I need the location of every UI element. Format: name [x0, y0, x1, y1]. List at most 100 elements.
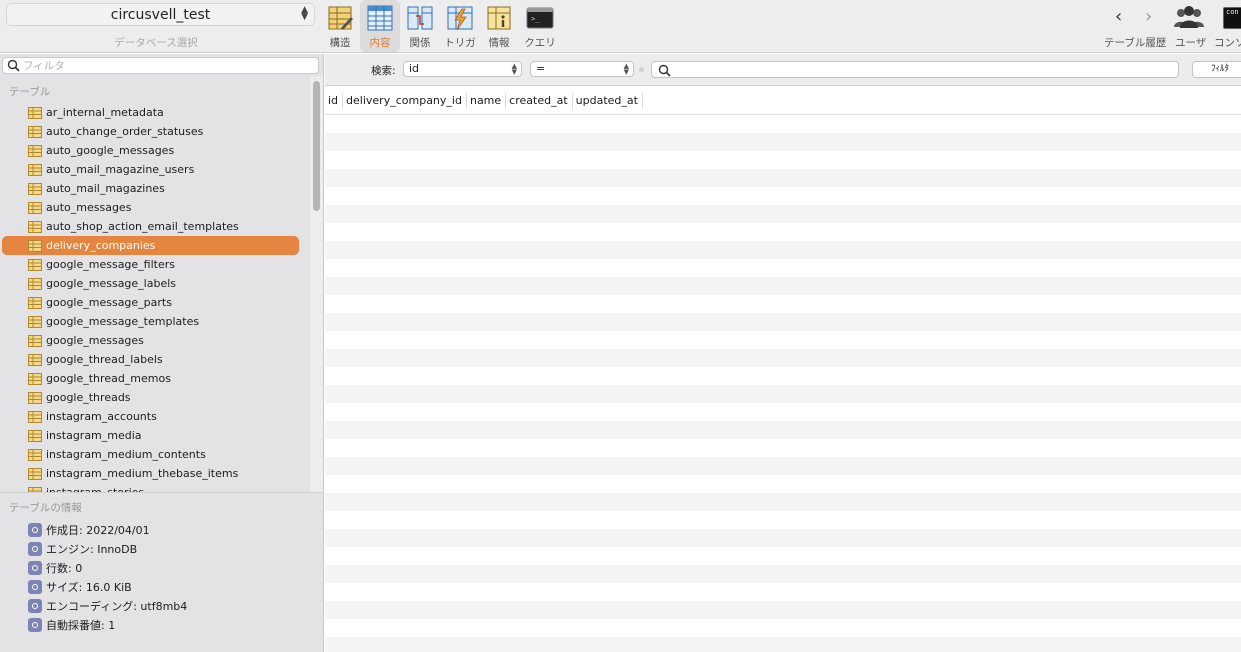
table-icon	[28, 239, 42, 252]
table-name: auto_mail_magazine_users	[46, 163, 195, 176]
forward-arrow-icon[interactable]: ›	[1145, 6, 1152, 27]
table-name: instagram_accounts	[46, 410, 157, 423]
table-info-item: サイズ: 16.0 KiB	[0, 577, 320, 596]
table-list-item[interactable]: auto_shop_action_email_templates	[0, 217, 310, 236]
grid-header: id delivery_company_id name created_at updat…	[325, 87, 1241, 115]
search-operator-select[interactable]: = ▲ ▼	[530, 61, 634, 77]
table-filter-input[interactable]	[23, 58, 313, 73]
table-filter[interactable]	[2, 57, 319, 74]
column-header[interactable]: id	[325, 92, 344, 109]
table-list-item[interactable]: auto_change_order_statuses	[0, 122, 310, 141]
table-info-text: サイズ: 16.0 KiB	[46, 580, 132, 594]
table-info-text: 作成日: 2022/04/01	[46, 523, 150, 537]
search-field-value: id	[409, 62, 420, 75]
table-list-item[interactable]: instagram_accounts	[0, 407, 310, 426]
table-info-text: エンジン: InnoDB	[46, 542, 138, 556]
table-list-item[interactable]: instagram_medium_thebase_items	[0, 464, 310, 483]
table-list-item[interactable]: delivery_companies	[2, 236, 299, 255]
table-name: auto_messages	[46, 201, 132, 214]
toolbar-triggers-label: トリガ	[444, 37, 476, 49]
table-name: instagram_media	[46, 429, 142, 442]
table-icon	[28, 372, 42, 385]
filter-button[interactable]: ﾌｨﾙﾀ	[1192, 61, 1241, 78]
info-bullet-icon	[28, 617, 42, 632]
query-icon: >_	[526, 7, 554, 29]
back-arrow-icon[interactable]: ‹	[1115, 6, 1122, 27]
table-name: instagram_medium_thebase_items	[46, 467, 239, 480]
table-list-item[interactable]: auto_mail_magazine_users	[0, 160, 310, 179]
info-bullet-icon	[28, 522, 42, 537]
console-label: コンソ	[1214, 37, 1241, 49]
table-list-item[interactable]: auto_mail_magazines	[0, 179, 310, 198]
table-icon	[28, 467, 42, 480]
table-info-item: 行数: 0	[0, 558, 320, 577]
info-bullet-icon	[28, 560, 42, 575]
chevron-updown-icon: ▲ ▼	[511, 62, 517, 76]
tables-section-title: テーブル	[9, 86, 51, 98]
toolbar-structure-label: 構造	[329, 37, 351, 49]
column-header[interactable]: name	[467, 92, 507, 109]
table-list-item[interactable]: auto_google_messages	[0, 141, 310, 160]
table-list-item[interactable]: instagram_medium_contents	[0, 445, 310, 464]
table-list-item[interactable]: google_message_filters	[0, 255, 310, 274]
table-list-item[interactable]: google_thread_labels	[0, 350, 310, 369]
users-label: ユーザ	[1175, 37, 1207, 49]
table-name: auto_google_messages	[46, 144, 175, 157]
search-operator-value: =	[536, 62, 546, 75]
column-header[interactable]: created_at	[506, 92, 573, 109]
toolbar-info-button[interactable]: 情報	[484, 0, 514, 52]
table-info-text: 自動採番値: 1	[46, 618, 116, 632]
toolbar-structure-button[interactable]: 構造	[324, 0, 356, 52]
table-info-title: テーブルの情報	[9, 502, 82, 514]
table-list-item[interactable]: google_message_labels	[0, 274, 310, 293]
search-field-select[interactable]: id ▲ ▼	[403, 61, 522, 77]
table-icon	[28, 106, 42, 119]
structure-icon	[328, 6, 353, 30]
info-bullet-icon	[28, 598, 42, 613]
table-list-scrollbar[interactable]	[313, 81, 320, 211]
relations-icon	[407, 6, 433, 30]
table-name: auto_mail_magazines	[46, 182, 165, 195]
console-button[interactable]: con コンソ	[1214, 3, 1241, 53]
table-icon	[28, 163, 42, 176]
search-bar: 検索: id ▲ ▼ = ▲ ▼ ﾌｨﾙﾀ	[325, 54, 1241, 86]
toolbar-relations-button[interactable]: 関係	[404, 0, 436, 52]
table-list-item[interactable]: google_threads	[0, 388, 310, 407]
table-icon	[28, 391, 42, 404]
table-icon	[28, 182, 42, 195]
table-list-item[interactable]: instagram_media	[0, 426, 310, 445]
table-history-label[interactable]: テーブル履歴	[1104, 35, 1166, 50]
table-name: auto_change_order_statuses	[46, 125, 204, 138]
users-icon	[1174, 6, 1204, 28]
search-icon	[7, 59, 20, 72]
table-list-item[interactable]: google_message_parts	[0, 293, 310, 312]
table-icon	[28, 201, 42, 214]
triggers-icon	[447, 6, 473, 31]
database-select-caption: データベース選択	[114, 37, 198, 49]
content-icon	[367, 5, 393, 31]
table-name: auto_shop_action_email_templates	[46, 220, 239, 233]
database-select[interactable]: circusvell_test ▲ ▼	[6, 3, 315, 26]
console-icon: con	[1223, 7, 1241, 29]
info-icon	[487, 6, 511, 30]
column-header[interactable]: delivery_company_id	[343, 92, 467, 109]
table-list-item[interactable]: google_messages	[0, 331, 310, 350]
table-info-item: エンジン: InnoDB	[0, 539, 320, 558]
table-name: ar_internal_metadata	[46, 106, 164, 119]
column-header[interactable]: updated_at	[573, 92, 643, 109]
grid-body[interactable]	[325, 115, 1241, 652]
toolbar-content-button[interactable]: 内容	[360, 0, 400, 52]
table-name: instagram_medium_contents	[46, 448, 206, 461]
search-query-field[interactable]	[651, 61, 1179, 78]
table-name: google_thread_labels	[46, 353, 163, 366]
toolbar-query-button[interactable]: >_ クエリ	[522, 0, 558, 52]
search-label: 検索:	[371, 65, 396, 77]
table-list-item[interactable]: google_message_templates	[0, 312, 310, 331]
info-bullet-icon	[28, 579, 42, 594]
users-button[interactable]: ユーザ	[1172, 3, 1208, 53]
table-list-item[interactable]: auto_messages	[0, 198, 310, 217]
table-info-item: 作成日: 2022/04/01	[0, 520, 320, 539]
toolbar-triggers-button[interactable]: トリガ	[442, 0, 478, 52]
table-list-item[interactable]: google_thread_memos	[0, 369, 310, 388]
table-list-item[interactable]: ar_internal_metadata	[0, 103, 310, 122]
